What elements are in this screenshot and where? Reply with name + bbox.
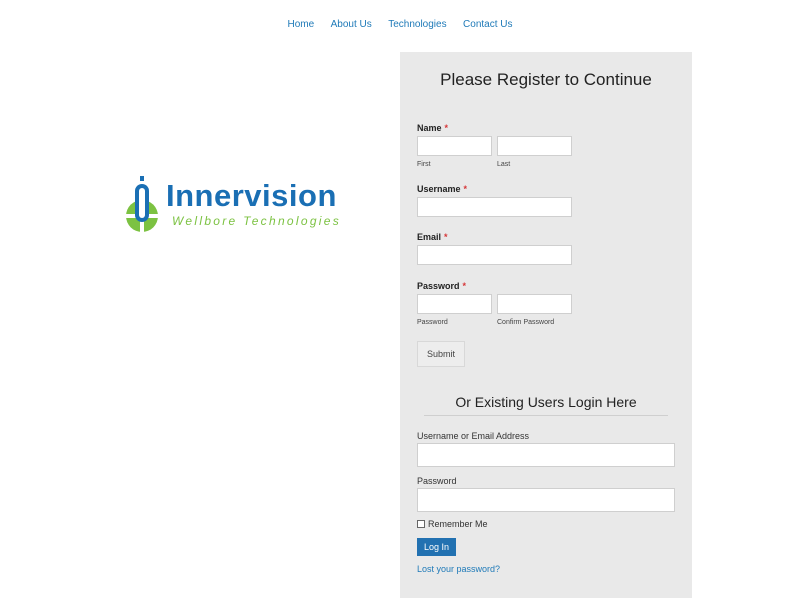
last-name-input[interactable] <box>497 136 572 156</box>
password-label-text: Password <box>417 281 460 291</box>
required-marker: * <box>444 123 449 133</box>
required-marker: * <box>463 184 468 194</box>
remember-me[interactable]: Remember Me <box>417 519 488 529</box>
first-name-input[interactable] <box>417 136 492 156</box>
login-password-input[interactable] <box>417 488 675 512</box>
last-sublabel: Last <box>497 161 511 168</box>
required-marker: * <box>444 232 448 242</box>
login-username-input[interactable] <box>417 443 675 467</box>
email-input[interactable] <box>417 245 572 265</box>
form-panel: Please Register to Continue Name * First … <box>400 52 692 598</box>
name-label: Name * <box>417 123 448 133</box>
nav-home[interactable]: Home <box>287 19 314 30</box>
logo-subtitle: Wellbore Technologies <box>172 214 342 228</box>
company-logo: Innervision Wellbore Technologies <box>122 174 384 234</box>
name-label-text: Name <box>417 123 442 133</box>
username-label: Username * <box>417 184 467 194</box>
first-sublabel: First <box>417 161 431 168</box>
submit-button[interactable]: Submit <box>417 341 465 367</box>
confirm-password-sublabel: Confirm Password <box>497 319 555 326</box>
logo-mark-icon <box>126 176 158 232</box>
nav-about-us[interactable]: About Us <box>331 19 372 30</box>
logo-wordmark: Innervision <box>166 180 337 211</box>
password-sublabel: Password <box>417 319 448 326</box>
top-nav: Home About Us Technologies Contact Us <box>0 14 800 32</box>
password-input[interactable] <box>417 294 492 314</box>
login-title: Or Existing Users Login Here <box>424 394 668 416</box>
username-input[interactable] <box>417 197 572 217</box>
confirm-password-input[interactable] <box>497 294 572 314</box>
username-label-text: Username <box>417 184 461 194</box>
email-label-text: Email <box>417 232 442 242</box>
required-marker: * <box>462 281 467 291</box>
logo-word-part2: vision <box>244 178 337 213</box>
remember-me-checkbox[interactable] <box>417 520 425 528</box>
remember-me-label: Remember Me <box>428 519 488 529</box>
login-username-label: Username or Email Address <box>417 431 530 441</box>
nav-technologies[interactable]: Technologies <box>388 19 446 30</box>
lost-password-link[interactable]: Lost your password? <box>417 564 500 574</box>
password-label: Password * <box>417 281 466 291</box>
email-label: Email * <box>417 232 448 242</box>
login-button[interactable]: Log In <box>417 538 456 556</box>
logo-word-part1: Inner <box>166 178 245 213</box>
nav-contact-us[interactable]: Contact Us <box>463 19 512 30</box>
login-password-label: Password <box>417 476 457 486</box>
register-title: Please Register to Continue <box>440 70 652 89</box>
